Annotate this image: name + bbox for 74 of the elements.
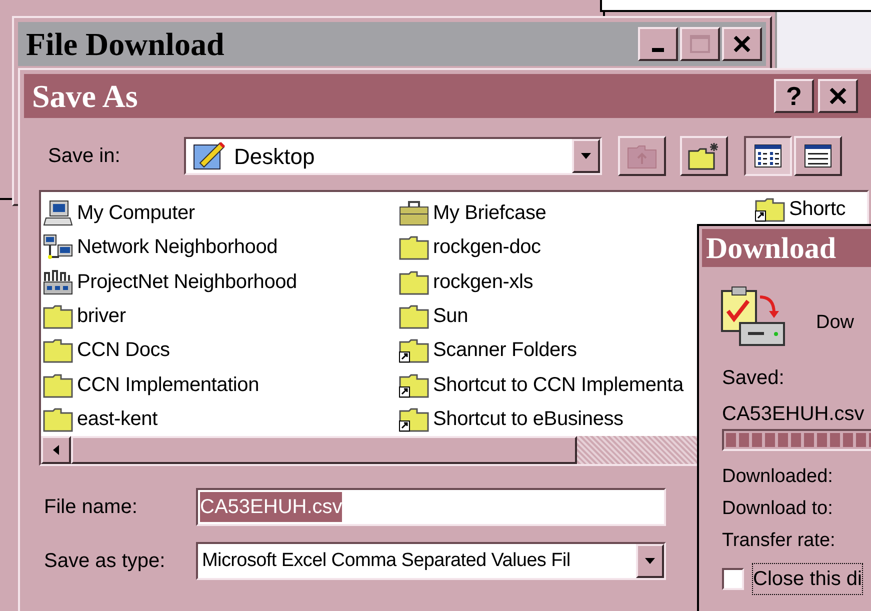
caret-icon xyxy=(581,153,591,159)
file-item[interactable]: east-kent xyxy=(43,402,158,436)
folder-icon xyxy=(43,337,73,364)
folder-icon xyxy=(43,372,73,398)
list-view-icon xyxy=(754,144,782,168)
desktop-icon xyxy=(192,141,226,171)
window-title: Save As xyxy=(32,77,138,116)
details-view-icon xyxy=(804,144,832,168)
file-item[interactable]: rockgen-doc xyxy=(399,230,541,265)
file-item[interactable]: Network Neighborhood xyxy=(43,230,278,265)
caret-icon xyxy=(645,558,655,564)
file-item[interactable]: CCN Docs xyxy=(43,333,170,368)
file-name-field[interactable]: CA53EHUH.csv xyxy=(196,488,666,526)
field-label: Download to: xyxy=(722,497,834,521)
field-label: Transfer rate: xyxy=(722,529,836,553)
saved-label: Saved: xyxy=(721,366,786,391)
file-item[interactable]: Shortcut to CCN Implementa xyxy=(399,367,684,402)
file-item[interactable]: Shortcut to eBusiness xyxy=(399,402,624,436)
scroll-left-button[interactable] xyxy=(41,436,71,464)
minimize-button[interactable] xyxy=(638,27,678,61)
dropdown-button[interactable] xyxy=(636,544,664,578)
list-button[interactable] xyxy=(744,136,792,176)
file-item[interactable]: Sun xyxy=(399,298,468,334)
folder-icon xyxy=(399,302,429,329)
network-icon xyxy=(43,268,73,295)
folder-icon xyxy=(43,302,73,329)
folder-icon xyxy=(399,268,429,295)
field-label: Downloaded: xyxy=(722,465,834,489)
file-item[interactable]: rockgen-xls xyxy=(399,264,534,299)
file-name-text: CA53EHUH.csv xyxy=(721,402,866,427)
close-button[interactable] xyxy=(722,27,762,61)
window-title: File Download xyxy=(26,25,224,64)
checkbox[interactable] xyxy=(722,568,744,590)
close-button[interactable] xyxy=(818,79,858,113)
save-as-type-value: Microsoft Excel Comma Separated Values Fil xyxy=(202,548,572,573)
help-button[interactable]: ? xyxy=(774,79,814,113)
file-item[interactable]: My Briefcase xyxy=(399,196,546,230)
save-as-type-label: Save as type: xyxy=(44,549,166,574)
file-item[interactable]: ProjectNet Neighborhood xyxy=(43,264,297,299)
folder-shortcut-icon xyxy=(399,372,429,398)
download-status: Dow xyxy=(816,310,854,335)
close-icon xyxy=(733,36,751,52)
computer-icon xyxy=(43,200,73,226)
save-in-dropdown[interactable]: Desktop xyxy=(184,137,602,175)
checkbox-label: Close this di xyxy=(752,563,863,595)
up-button[interactable] xyxy=(618,136,666,176)
file-item[interactable]: Shortc xyxy=(755,194,846,224)
folder-icon xyxy=(43,406,73,432)
close-icon xyxy=(829,88,847,104)
window-title: Download xyxy=(706,230,836,266)
folder-shortcut-icon xyxy=(399,337,429,364)
file-item[interactable]: My Computer xyxy=(43,196,195,230)
save-in-value: Desktop xyxy=(234,142,316,171)
dropdown-button[interactable] xyxy=(572,139,600,173)
scroll-thumb[interactable] xyxy=(71,436,577,464)
details-button[interactable] xyxy=(794,136,842,176)
network-icon xyxy=(43,234,73,260)
maximize-button[interactable] xyxy=(680,27,720,61)
save-in-label: Save in: xyxy=(48,144,122,169)
new-folder-icon xyxy=(688,142,720,170)
left-arrow-icon xyxy=(53,445,59,455)
file-name-value: CA53EHUH.csv xyxy=(200,492,342,522)
briefcase-icon xyxy=(399,200,429,226)
minimize-icon xyxy=(652,48,664,52)
file-item[interactable]: CCN Implementation xyxy=(43,367,260,402)
download-icon xyxy=(720,285,786,349)
file-item[interactable]: briver xyxy=(43,298,126,334)
save-as-type-dropdown[interactable]: Microsoft Excel Comma Separated Values Fil xyxy=(196,542,666,580)
new-folder-button[interactable] xyxy=(680,136,728,176)
file-item[interactable]: Scanner Folders xyxy=(399,333,577,368)
folder-shortcut-icon xyxy=(755,196,785,222)
file-name-label: File name: xyxy=(44,495,138,520)
folder-icon xyxy=(399,234,429,260)
folder-shortcut-icon xyxy=(399,406,429,432)
